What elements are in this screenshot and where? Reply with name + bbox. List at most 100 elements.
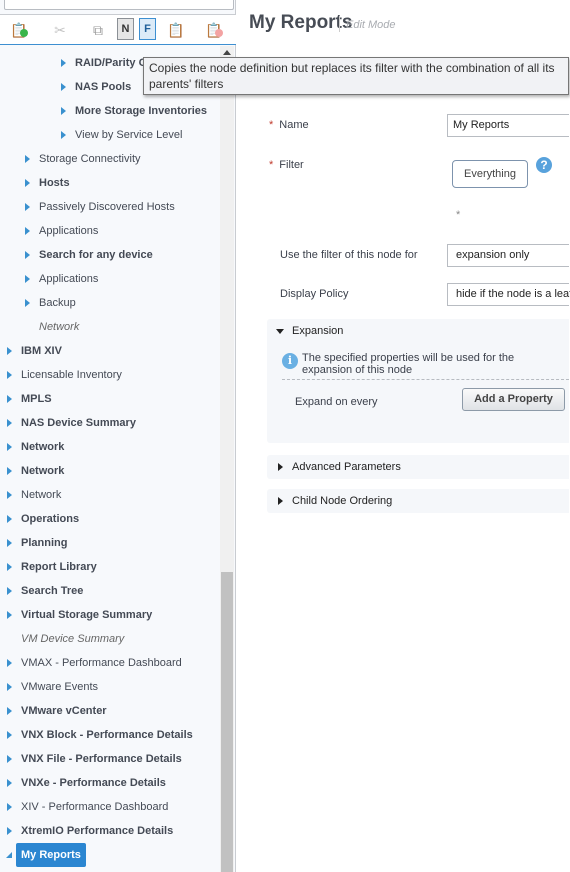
tooltip: Copies the node definition but replaces …	[143, 57, 569, 95]
tree-item[interactable]: Search Tree	[7, 582, 83, 600]
tree-item[interactable]: Network	[7, 438, 64, 456]
tree-item[interactable]: Virtual Storage Summary	[7, 606, 153, 624]
name-input[interactable]: My Reports	[447, 114, 569, 137]
tree-item[interactable]: Planning	[7, 534, 67, 552]
tree-item[interactable]: MPLS	[7, 390, 52, 408]
tree-item[interactable]: Passively Discovered Hosts	[25, 198, 175, 216]
child-node-ordering-panel[interactable]: Child Node Ordering	[267, 489, 569, 513]
expand-arrow-icon[interactable]	[7, 491, 12, 499]
tree-item-label: VNXe - Performance Details	[21, 777, 166, 789]
expand-arrow-icon[interactable]	[7, 515, 12, 523]
copy-icon[interactable]: ⧉	[89, 21, 107, 39]
expand-arrow-icon[interactable]	[61, 131, 66, 139]
expand-arrow-icon[interactable]	[61, 83, 66, 91]
expand-on-every-label: Expand on every	[295, 396, 378, 408]
cut-icon[interactable]: ✂	[51, 21, 69, 39]
tree-item[interactable]: Network	[7, 462, 64, 480]
tree-item[interactable]: VNX File - Performance Details	[7, 750, 182, 768]
tree-item[interactable]: IBM XIV	[7, 342, 62, 360]
expand-arrow-icon[interactable]	[25, 227, 30, 235]
delete-node-icon[interactable]: 📋	[205, 21, 223, 39]
tree-item[interactable]: Network	[7, 486, 61, 504]
tree-item[interactable]: VMware Events	[7, 678, 98, 696]
tree-item-label: Backup	[39, 297, 76, 309]
help-icon[interactable]: ?	[536, 157, 552, 173]
tree-item[interactable]: XIV - Performance Dashboard	[7, 798, 168, 816]
tree-item[interactable]: Storage Connectivity	[25, 150, 141, 168]
tree-item[interactable]: Hosts	[25, 174, 70, 192]
child-node-ordering-title[interactable]: Child Node Ordering	[292, 495, 392, 507]
expand-arrow-icon[interactable]	[7, 731, 12, 739]
tree-item[interactable]: VMAX - Performance Dashboard	[7, 654, 182, 672]
display-policy-select[interactable]: hide if the node is a leaf	[447, 283, 570, 306]
expand-arrow-icon[interactable]	[7, 827, 12, 835]
tree-item[interactable]: Search for any device	[25, 246, 153, 264]
expand-arrow-icon[interactable]	[7, 755, 12, 763]
tree-item-label: Licensable Inventory	[21, 369, 122, 381]
expand-arrow-icon[interactable]	[7, 419, 12, 427]
expand-arrow-icon[interactable]	[7, 779, 12, 787]
add-property-button[interactable]: Add a Property	[462, 388, 565, 411]
add-node-icon[interactable]: 📋	[10, 21, 28, 39]
tree-item[interactable]: NAS Device Summary	[7, 414, 136, 432]
tree-item[interactable]: VMware vCenter	[7, 702, 107, 720]
expand-arrow-icon[interactable]	[7, 587, 12, 595]
expand-icon[interactable]	[278, 463, 283, 471]
expand-arrow-icon[interactable]	[7, 371, 12, 379]
advanced-parameters-title[interactable]: Advanced Parameters	[292, 461, 401, 473]
expand-arrow-icon[interactable]	[25, 251, 30, 259]
tree-search-input[interactable]	[4, 0, 234, 10]
expand-arrow-icon[interactable]	[7, 803, 12, 811]
expand-arrow-icon[interactable]	[7, 707, 12, 715]
tree-item[interactable]: VNX Block - Performance Details	[7, 726, 193, 744]
tree-item[interactable]: View by Service Level	[61, 126, 182, 144]
paste-link-icon[interactable]: 📋	[167, 21, 185, 39]
tree-item[interactable]: Backup	[25, 294, 76, 312]
use-filter-label: Use the filter of this node for	[280, 249, 418, 261]
tree-item[interactable]: Applications	[25, 222, 98, 240]
tree-item[interactable]: XtremIO Performance Details	[7, 822, 173, 840]
scroll-up-icon[interactable]	[223, 50, 231, 55]
advanced-parameters-panel[interactable]: Advanced Parameters	[267, 455, 569, 479]
expand-arrow-icon[interactable]	[7, 467, 12, 475]
tree-item[interactable]: More Storage Inventories	[61, 102, 207, 120]
tree-item[interactable]: NAS Pools	[61, 78, 131, 96]
expand-arrow-icon[interactable]	[7, 563, 12, 571]
expand-arrow-icon[interactable]	[61, 107, 66, 115]
copy-node-n-button[interactable]: N	[117, 18, 134, 40]
tree-item-label: VMware vCenter	[21, 705, 107, 717]
tree-item[interactable]: Applications	[25, 270, 98, 288]
tree-item[interactable]: Operations	[7, 510, 79, 528]
expand-arrow-icon[interactable]	[7, 395, 12, 403]
filter-button[interactable]: Everything	[452, 160, 528, 188]
info-icon: i	[282, 353, 298, 369]
expand-arrow-icon[interactable]	[7, 683, 12, 691]
expand-icon[interactable]	[278, 497, 283, 505]
tree-item[interactable]: Report Library	[7, 558, 97, 576]
tree-item-my-reports-selected[interactable]: My Reports	[16, 843, 86, 867]
expanded-arrow-icon[interactable]	[6, 852, 12, 858]
expand-arrow-icon[interactable]	[25, 299, 30, 307]
expand-arrow-icon[interactable]	[61, 59, 66, 67]
tree-item-label: Virtual Storage Summary	[21, 609, 153, 621]
copy-node-filter-button[interactable]: F	[139, 18, 156, 40]
expand-arrow-icon[interactable]	[7, 611, 12, 619]
tree-item[interactable]: VM Device Summary	[21, 630, 124, 648]
tree-item[interactable]: Licensable Inventory	[7, 366, 122, 384]
expansion-title[interactable]: Expansion	[292, 325, 343, 337]
tree-item[interactable]: Network	[39, 318, 79, 336]
collapse-icon[interactable]	[276, 329, 284, 334]
expand-arrow-icon[interactable]	[25, 275, 30, 283]
use-filter-select[interactable]: expansion only	[447, 244, 569, 267]
expand-arrow-icon[interactable]	[25, 179, 30, 187]
tree-item-label: VNX File - Performance Details	[21, 753, 182, 765]
expand-arrow-icon[interactable]	[25, 155, 30, 163]
expand-arrow-icon[interactable]	[7, 347, 12, 355]
expand-arrow-icon[interactable]	[7, 443, 12, 451]
expand-arrow-icon[interactable]	[25, 203, 30, 211]
expand-arrow-icon[interactable]	[7, 539, 12, 547]
scrollbar-thumb[interactable]	[221, 572, 233, 872]
expand-arrow-icon[interactable]	[7, 659, 12, 667]
tree-item[interactable]: VNXe - Performance Details	[7, 774, 166, 792]
tree-scrollbar[interactable]	[220, 46, 234, 872]
